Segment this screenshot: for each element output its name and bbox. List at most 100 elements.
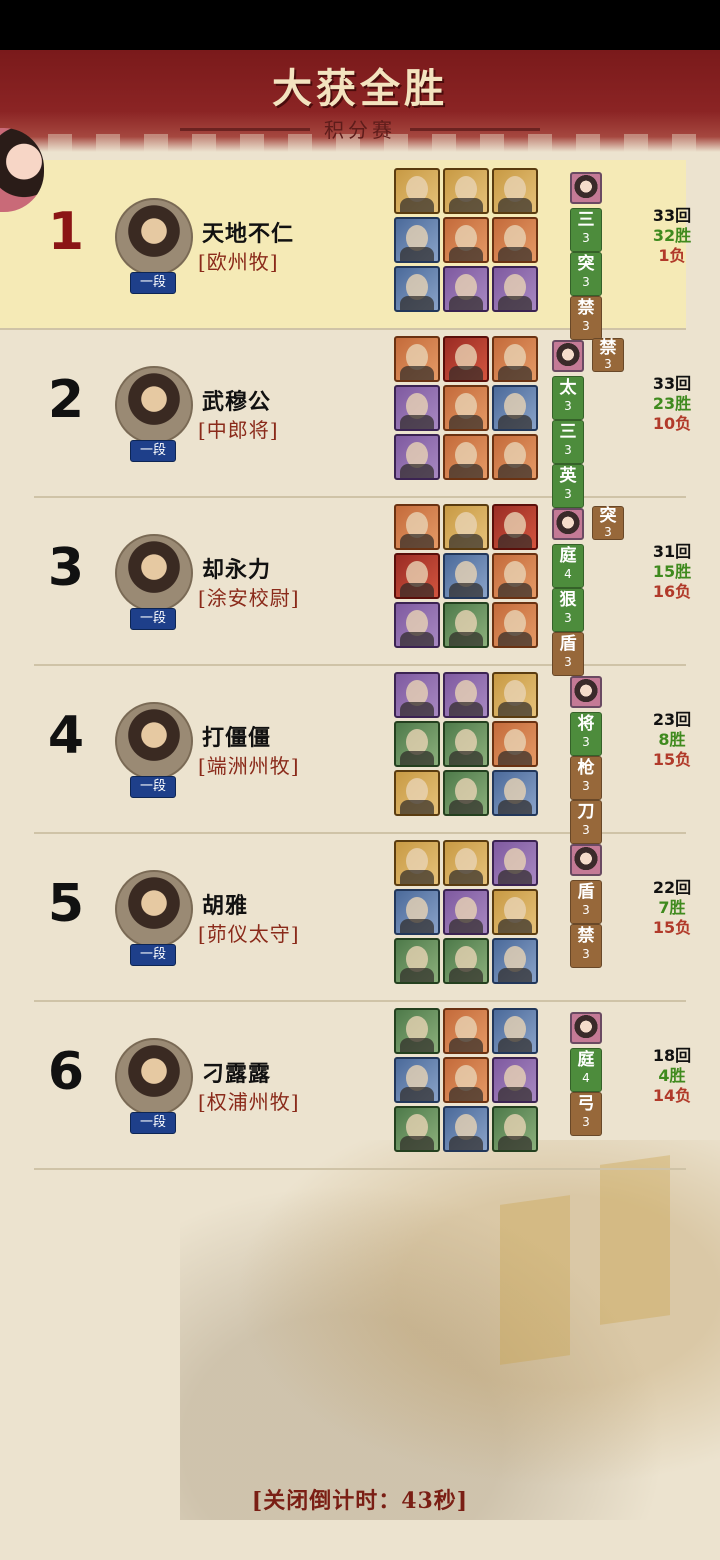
hero-card[interactable] — [492, 434, 538, 480]
rank-number: 1 — [47, 202, 85, 262]
hero-card[interactable] — [443, 672, 489, 718]
hero-card[interactable] — [443, 1008, 489, 1054]
synergy-tag: 三3 — [570, 208, 602, 252]
hero-card[interactable] — [492, 168, 538, 214]
hero-card[interactable] — [443, 504, 489, 550]
hero-card[interactable] — [492, 840, 538, 886]
player-avatar[interactable] — [115, 534, 193, 612]
advisor-portrait[interactable] — [570, 844, 602, 876]
rounds-count: 31回 — [652, 542, 692, 561]
hero-card[interactable] — [394, 217, 440, 263]
hero-card[interactable] — [443, 1106, 489, 1152]
hero-card[interactable] — [394, 1057, 440, 1103]
hero-card[interactable] — [443, 168, 489, 214]
hero-card[interactable] — [394, 602, 440, 648]
hero-card[interactable] — [394, 770, 440, 816]
hero-card[interactable] — [394, 938, 440, 984]
hero-card[interactable] — [492, 217, 538, 263]
hero-card[interactable] — [394, 504, 440, 550]
hero-card[interactable] — [394, 168, 440, 214]
hero-card[interactable] — [394, 721, 440, 767]
player-title: [茆仪太守] — [198, 922, 300, 946]
rank-tier-badge: 一段 — [130, 944, 176, 966]
hero-card[interactable] — [492, 770, 538, 816]
hero-card[interactable] — [492, 672, 538, 718]
synergy-tag: 弓3 — [570, 1092, 602, 1136]
hero-card[interactable] — [443, 217, 489, 263]
rank-tier-badge: 一段 — [130, 776, 176, 798]
advisor-portrait[interactable] — [570, 172, 602, 204]
synergy-tag: 枪3 — [570, 756, 602, 800]
hero-card[interactable] — [492, 385, 538, 431]
hero-card[interactable] — [394, 889, 440, 935]
hero-card[interactable] — [492, 1057, 538, 1103]
hero-card[interactable] — [492, 1008, 538, 1054]
rank-number: 4 — [47, 706, 85, 766]
rank-tier-badge: 一段 — [130, 1112, 176, 1134]
losses-count: 15负 — [652, 918, 692, 937]
hero-card[interactable] — [394, 553, 440, 599]
hero-card[interactable] — [443, 938, 489, 984]
hero-card[interactable] — [443, 889, 489, 935]
player-name: 却永力 — [202, 557, 272, 583]
hero-card[interactable] — [394, 336, 440, 382]
hero-card[interactable] — [443, 553, 489, 599]
leaderboard-row[interactable]: 4 一段 打僵僵 [端洲州牧] 将 3 枪 3 刀 3 23回 8胜 15负 — [34, 664, 691, 844]
losses-count: 14负 — [652, 1086, 692, 1105]
hero-card[interactable] — [394, 1106, 440, 1152]
synergy-tag: 庭4 — [552, 544, 584, 588]
player-avatar[interactable] — [115, 870, 193, 948]
hero-card[interactable] — [443, 770, 489, 816]
player-avatar[interactable] — [115, 1038, 193, 1116]
rounds-count: 18回 — [652, 1046, 692, 1065]
hero-card[interactable] — [492, 504, 538, 550]
hero-card[interactable] — [394, 1008, 440, 1054]
hero-card[interactable] — [492, 721, 538, 767]
synergy-tag: 禁3 — [592, 338, 624, 372]
player-avatar[interactable] — [115, 702, 193, 780]
hero-card[interactable] — [492, 889, 538, 935]
leaderboard-row[interactable]: 5 一段 胡雅 [茆仪太守] 盾 3 禁 3 22回 7胜 15负 — [34, 832, 691, 1002]
rank-number: 5 — [47, 874, 85, 934]
hero-card[interactable] — [443, 266, 489, 312]
hero-card[interactable] — [443, 336, 489, 382]
rank-tier-badge: 一段 — [130, 608, 176, 630]
wins-count: 7胜 — [658, 898, 686, 917]
hero-card[interactable] — [492, 602, 538, 648]
hero-card[interactable] — [443, 1057, 489, 1103]
losses-count: 1负 — [658, 246, 686, 265]
advisor-portrait[interactable] — [570, 676, 602, 708]
leaderboard-row[interactable]: 2 一段 武穆公 [中郎将] 禁 3 太 3 三 3 英 3 33回 23胜 10负 — [34, 328, 691, 508]
player-avatar[interactable] — [115, 198, 193, 276]
hero-lineup-grid — [394, 1008, 542, 1156]
status-bar — [0, 0, 720, 50]
hero-card[interactable] — [443, 385, 489, 431]
hero-card[interactable] — [394, 434, 440, 480]
hero-card[interactable] — [394, 672, 440, 718]
leaderboard-row[interactable]: 3 一段 却永力 [涂安校尉] 突 3 庭 4 狠 3 盾 3 31回 15胜 16负 — [34, 496, 691, 676]
player-avatar[interactable] — [115, 366, 193, 444]
rank-number: 6 — [47, 1042, 85, 1102]
hero-card[interactable] — [492, 336, 538, 382]
match-stats: 18回 4胜 14负 — [636, 1046, 708, 1106]
hero-card[interactable] — [394, 266, 440, 312]
advisor-portrait[interactable] — [552, 340, 584, 372]
player-title: [端洲州牧] — [198, 754, 300, 778]
advisor-portrait[interactable] — [570, 1012, 602, 1044]
synergy-tag: 禁3 — [570, 924, 602, 968]
synergy-tag: 盾3 — [570, 880, 602, 924]
hero-card[interactable] — [443, 434, 489, 480]
hero-card[interactable] — [443, 602, 489, 648]
advisor-portrait[interactable] — [552, 508, 584, 540]
hero-card[interactable] — [394, 385, 440, 431]
hero-card[interactable] — [492, 553, 538, 599]
hero-card[interactable] — [443, 840, 489, 886]
leaderboard-row[interactable]: 1 一段 天地不仁 [欧州牧] 三 3 突 3 禁 3 33回 32胜 1负 — [0, 160, 691, 340]
hero-card[interactable] — [492, 938, 538, 984]
wins-count: 15胜 — [652, 562, 692, 581]
hero-card[interactable] — [394, 840, 440, 886]
hero-card[interactable] — [443, 721, 489, 767]
hero-card[interactable] — [492, 1106, 538, 1152]
leaderboard-row[interactable]: 6 一段 刁露露 [权浦州牧] 庭 4 弓 3 18回 4胜 14负 — [34, 1000, 691, 1170]
hero-card[interactable] — [492, 266, 538, 312]
